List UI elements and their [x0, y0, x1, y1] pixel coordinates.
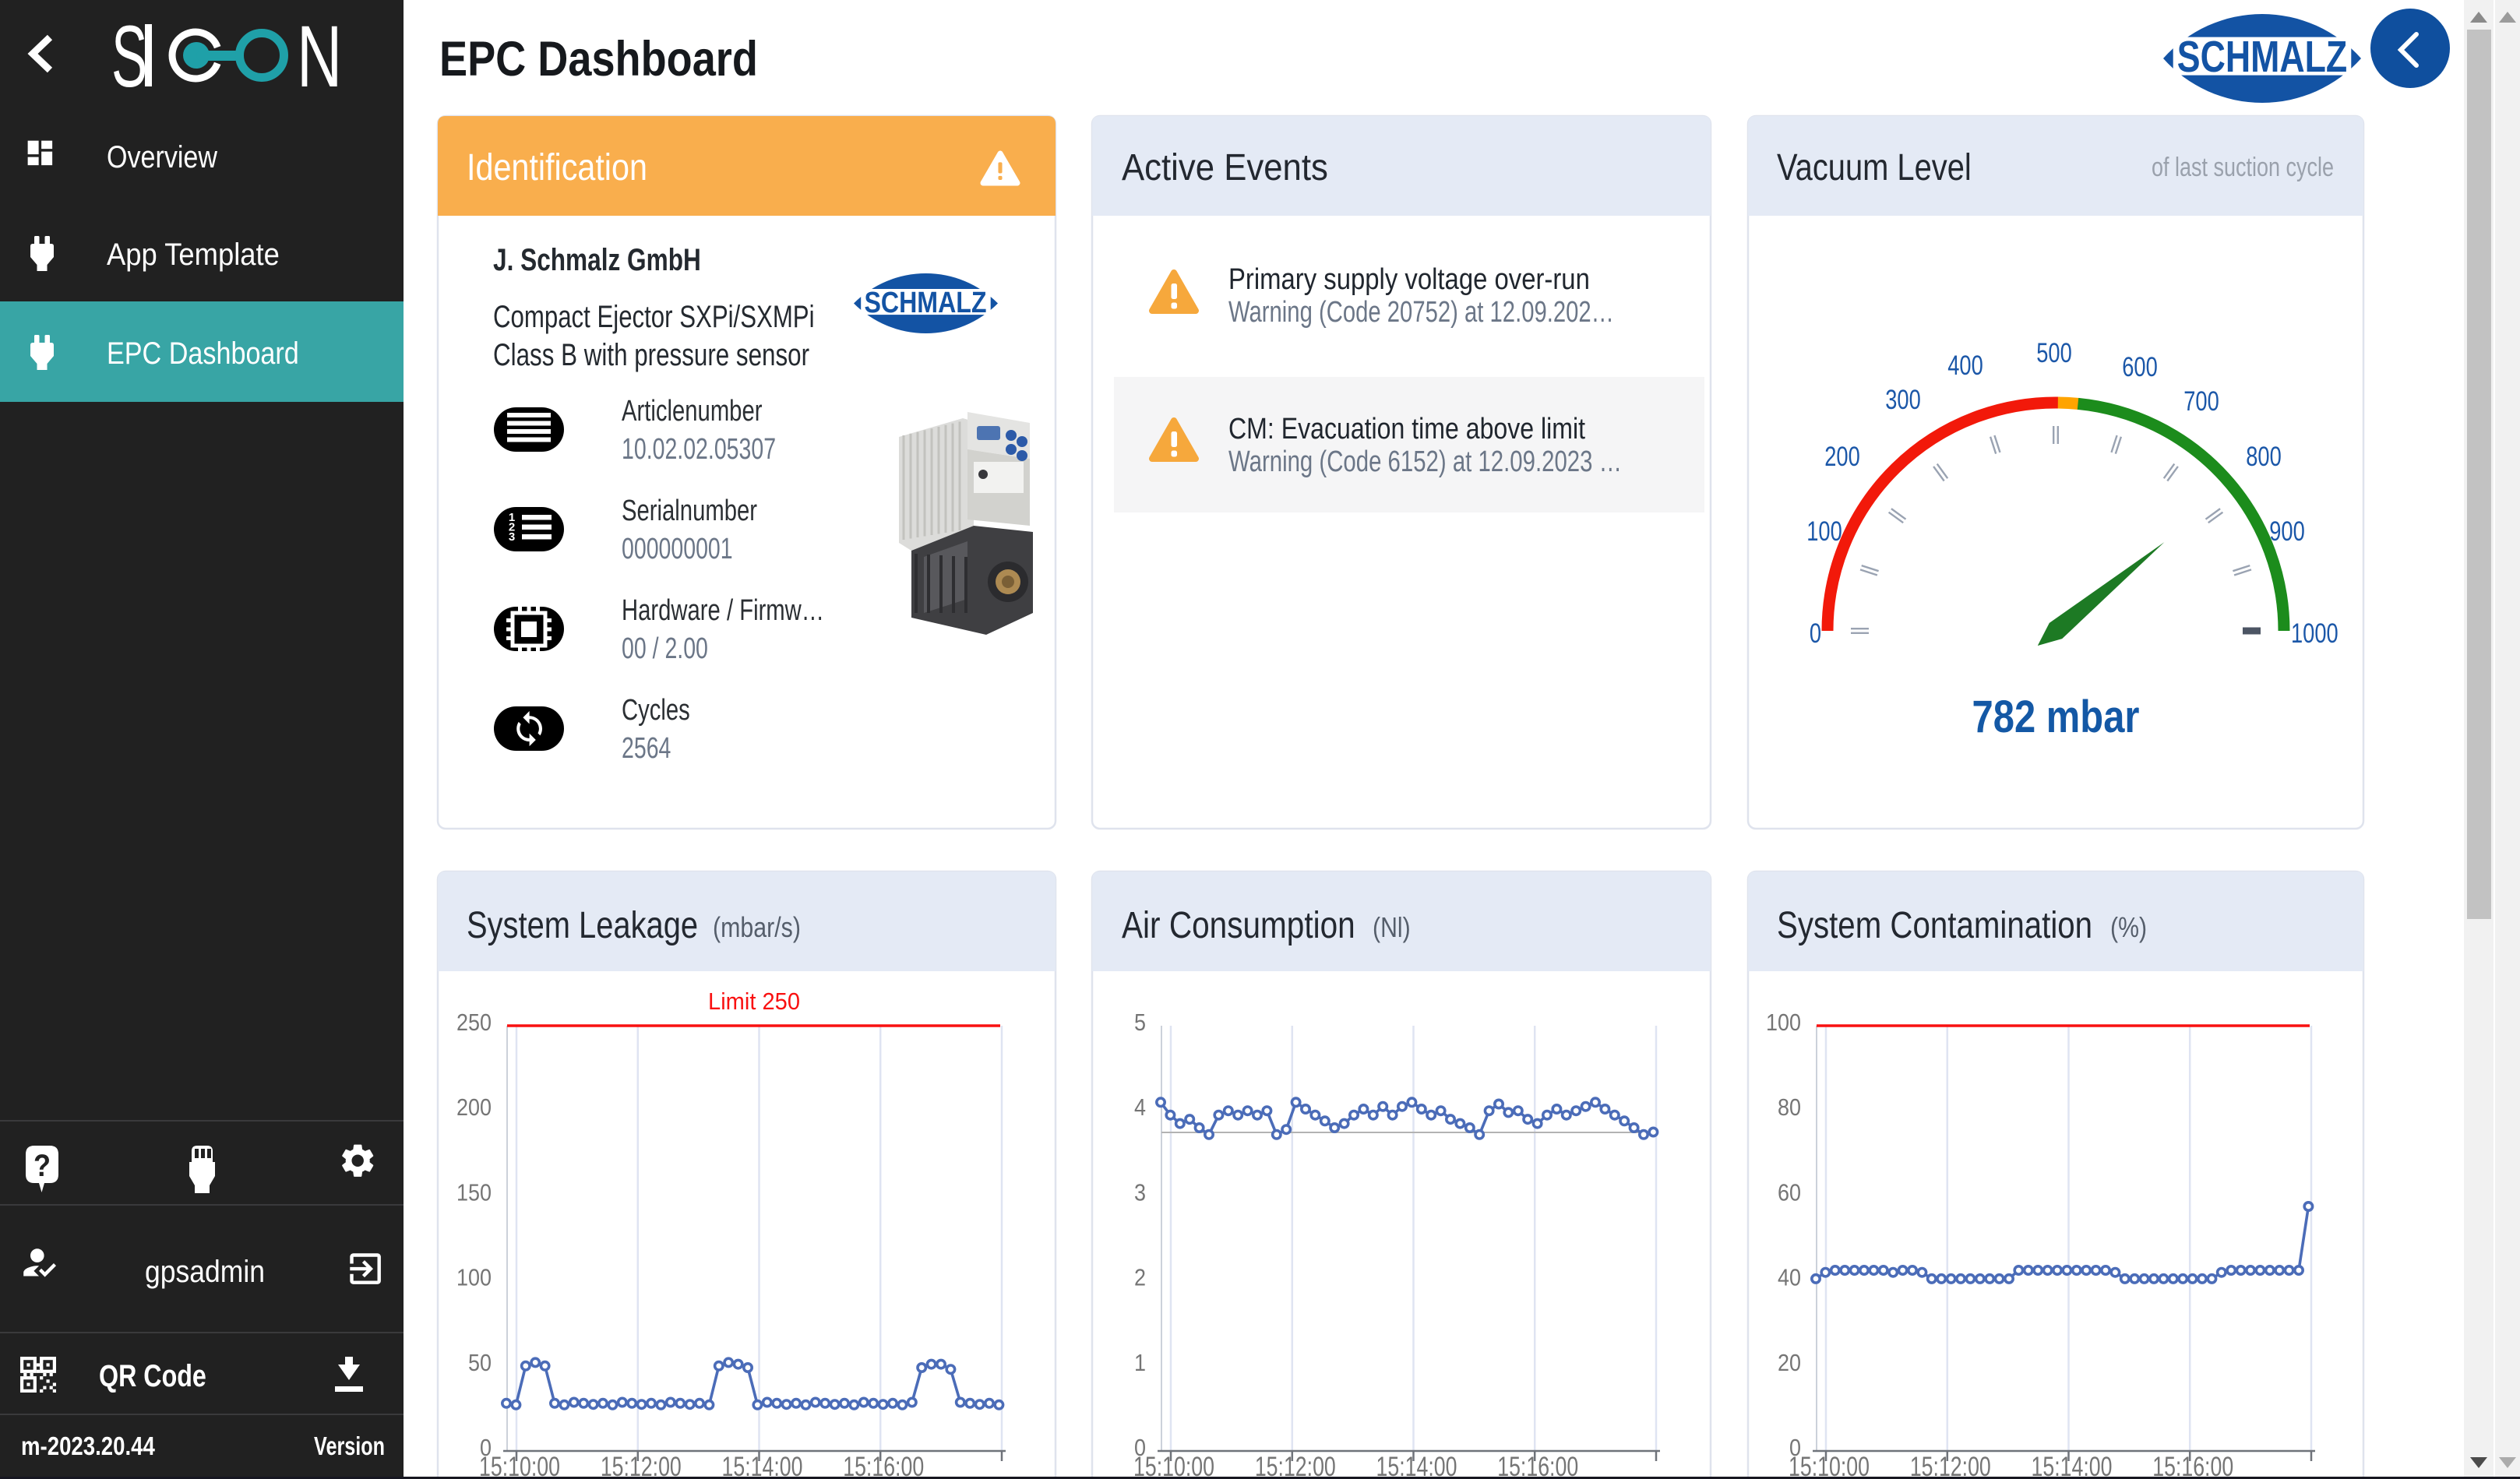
svg-text:000000001: 000000001: [622, 533, 733, 565]
svg-text:200: 200: [456, 1095, 492, 1122]
svg-text:App Template: App Template: [107, 237, 280, 272]
svg-text:15:14:00: 15:14:00: [722, 1452, 803, 1479]
svg-text:500: 500: [2036, 338, 2072, 368]
svg-text:15:16:00: 15:16:00: [2152, 1452, 2233, 1479]
svg-text:4: 4: [1134, 1095, 1146, 1122]
svg-text:(%): (%): [2110, 913, 2147, 944]
svg-text:800: 800: [2246, 442, 2282, 472]
svg-text:CM: Evacuation time above limi: CM: Evacuation time above limit: [1228, 412, 1585, 445]
svg-text:Primary supply voltage over-ru: Primary supply voltage over-run: [1228, 262, 1590, 296]
svg-text:QR Code: QR Code: [99, 1358, 206, 1393]
svg-text:700: 700: [2183, 386, 2219, 417]
svg-text:Serialnumber: Serialnumber: [622, 494, 757, 527]
svg-text:10.02.02.05307: 10.02.02.05307: [622, 433, 776, 466]
svg-text:100: 100: [1766, 1009, 1801, 1036]
svg-text:Articlenumber: Articlenumber: [622, 394, 762, 428]
svg-text:900: 900: [2269, 516, 2305, 547]
svg-text:50: 50: [468, 1350, 492, 1376]
svg-text:5: 5: [1134, 1009, 1146, 1036]
svg-text:150: 150: [456, 1180, 492, 1206]
svg-text:15:12:00: 15:12:00: [601, 1452, 682, 1479]
svg-text:Cycles: Cycles: [622, 693, 690, 727]
svg-text:15:10:00: 15:10:00: [1789, 1452, 1870, 1479]
svg-text:Warning (Code 6152) at 12.09.2: Warning (Code 6152) at 12.09.2023 …: [1228, 445, 1622, 478]
svg-text:Compact Ejector SXPi/SXMPi: Compact Ejector SXPi/SXMPi: [493, 299, 815, 334]
svg-text:Overview: Overview: [107, 139, 217, 174]
svg-text:Version: Version: [314, 1432, 385, 1461]
svg-text:Air Consumption: Air Consumption: [1122, 905, 1355, 946]
svg-text:System Leakage: System Leakage: [467, 905, 698, 946]
svg-text:System Contamination: System Contamination: [1777, 905, 2092, 946]
svg-text:15:12:00: 15:12:00: [1910, 1452, 1991, 1479]
svg-text:2: 2: [1134, 1265, 1146, 1291]
svg-text:400: 400: [1947, 350, 1983, 381]
svg-text:300: 300: [1885, 385, 1921, 415]
svg-text:EPC Dashboard: EPC Dashboard: [107, 335, 299, 370]
svg-text:100: 100: [1806, 516, 1842, 547]
svg-text:(Nl): (Nl): [1373, 913, 1411, 944]
svg-text:S: S: [111, 8, 147, 105]
svg-text:Warning (Code 20752) at 12.09.: Warning (Code 20752) at 12.09.202…: [1228, 295, 1614, 329]
svg-text:1000: 1000: [2291, 618, 2338, 649]
svg-text:?: ?: [33, 1149, 51, 1183]
svg-text:250: 250: [456, 1009, 492, 1036]
svg-text:Hardware / Firmw…: Hardware / Firmw…: [622, 593, 824, 627]
svg-text:Vacuum Level: Vacuum Level: [1777, 147, 1972, 188]
svg-text:00 / 2.00: 00 / 2.00: [622, 632, 708, 665]
svg-text:15:14:00: 15:14:00: [1376, 1452, 1457, 1479]
svg-text:15:16:00: 15:16:00: [843, 1452, 924, 1479]
svg-text:100: 100: [456, 1265, 492, 1291]
svg-text:15:10:00: 15:10:00: [1133, 1452, 1214, 1479]
svg-text:200: 200: [1824, 442, 1860, 472]
svg-text:1: 1: [1134, 1350, 1146, 1376]
svg-text:Identification: Identification: [467, 146, 647, 188]
svg-text:15:10:00: 15:10:00: [479, 1452, 560, 1479]
svg-text:3: 3: [1134, 1180, 1146, 1206]
svg-text:SCHMALZ: SCHMALZ: [864, 287, 986, 319]
svg-text:m-2023.20.44: m-2023.20.44: [21, 1432, 155, 1461]
svg-text:J. Schmalz GmbH: J. Schmalz GmbH: [493, 241, 701, 276]
svg-text:80: 80: [1778, 1095, 1801, 1122]
svg-text:15:12:00: 15:12:00: [1255, 1452, 1336, 1479]
svg-text:EPC Dashboard: EPC Dashboard: [439, 32, 758, 86]
svg-text:40: 40: [1778, 1265, 1801, 1291]
svg-text:20: 20: [1778, 1350, 1801, 1376]
svg-text:782 mbar: 782 mbar: [1972, 692, 2140, 742]
svg-text:of last suction cycle: of last suction cycle: [2152, 152, 2334, 182]
svg-text:Limit 250: Limit 250: [708, 988, 800, 1015]
svg-text:SCHMALZ: SCHMALZ: [2177, 32, 2347, 81]
svg-text:Class B with pressure sensor: Class B with pressure sensor: [493, 336, 809, 372]
svg-text:0: 0: [1810, 618, 1821, 649]
svg-text:2564: 2564: [622, 732, 671, 765]
svg-text:15:16:00: 15:16:00: [1497, 1452, 1578, 1479]
svg-text:(mbar/s): (mbar/s): [713, 913, 801, 944]
svg-text:60: 60: [1778, 1180, 1801, 1206]
svg-text:Active Events: Active Events: [1122, 146, 1328, 188]
svg-text:600: 600: [2122, 352, 2158, 382]
svg-text:3: 3: [509, 530, 515, 544]
svg-text:N: N: [297, 8, 342, 105]
svg-text:15:14:00: 15:14:00: [2032, 1452, 2113, 1479]
svg-text:gpsadmin: gpsadmin: [145, 1255, 265, 1289]
